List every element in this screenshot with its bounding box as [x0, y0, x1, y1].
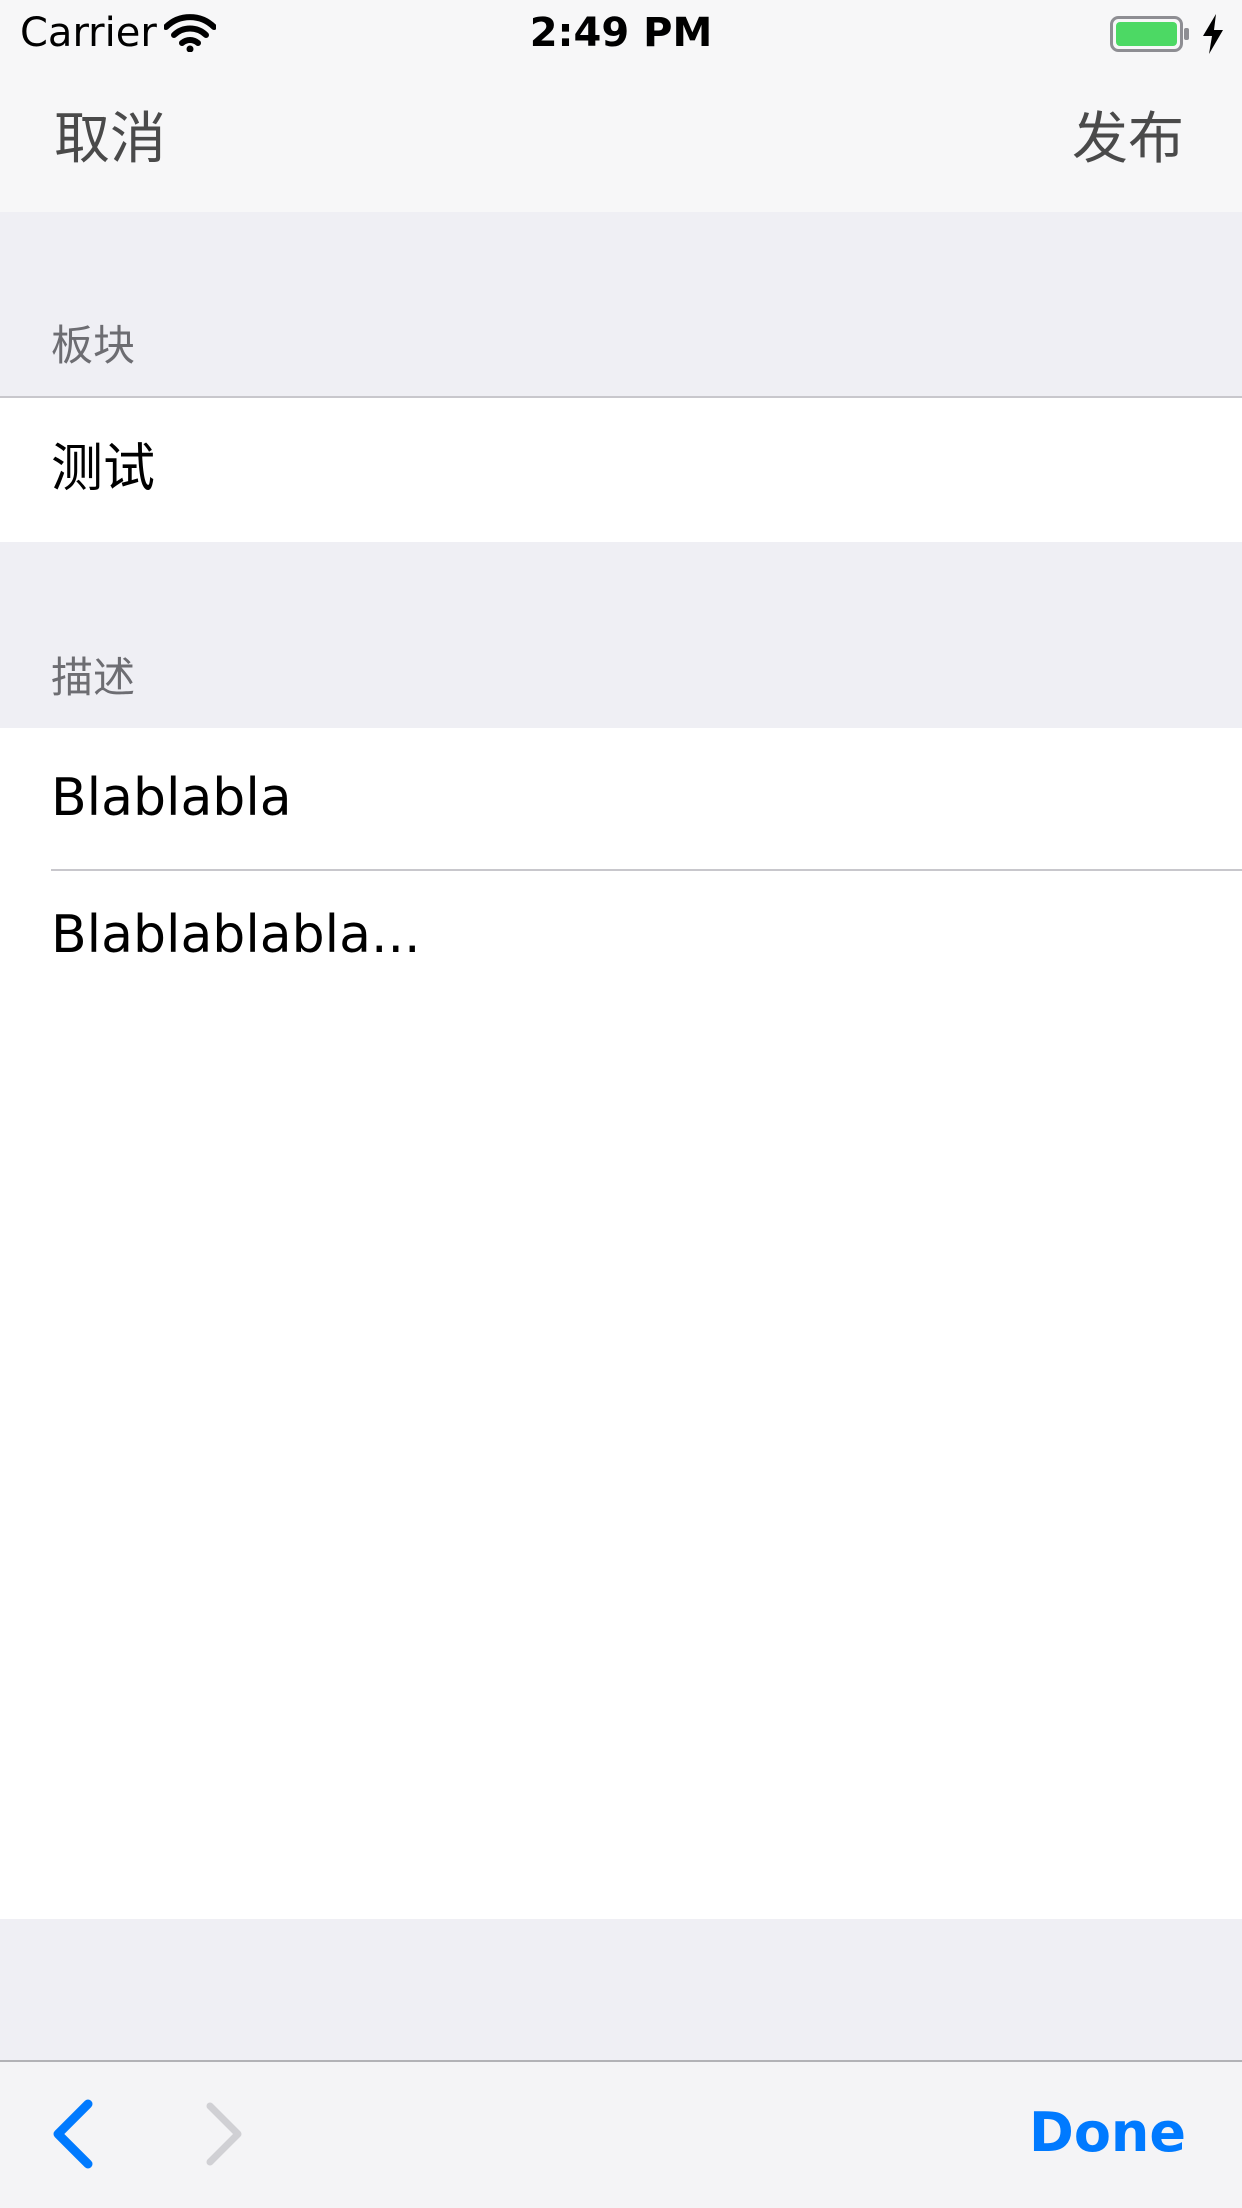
description-title-value: Blablabla	[51, 768, 292, 828]
battery-icon	[1110, 16, 1189, 52]
publish-button[interactable]: 发布	[1072, 106, 1184, 174]
done-button[interactable]: Done	[1029, 2100, 1186, 2166]
description-section-header: 描述	[51, 653, 136, 702]
description-body-field[interactable]	[0, 871, 1242, 1919]
board-value: 测试	[51, 439, 156, 499]
description-section-background	[0, 542, 1242, 728]
board-section-header: 板块	[51, 321, 136, 370]
navigation-bar	[0, 66, 1242, 212]
board-cell[interactable]	[0, 398, 1242, 542]
board-section-background	[0, 212, 1242, 398]
description-body-value: Blablablabla...	[51, 905, 421, 965]
status-time: 2:49 PM	[529, 10, 713, 56]
previous-field-chevron-icon[interactable]	[46, 2098, 106, 2170]
bottom-background	[0, 1919, 1242, 2060]
cancel-button[interactable]: 取消	[54, 106, 166, 174]
charging-bolt-icon	[1203, 14, 1223, 54]
next-field-chevron-icon[interactable]	[192, 2098, 252, 2170]
